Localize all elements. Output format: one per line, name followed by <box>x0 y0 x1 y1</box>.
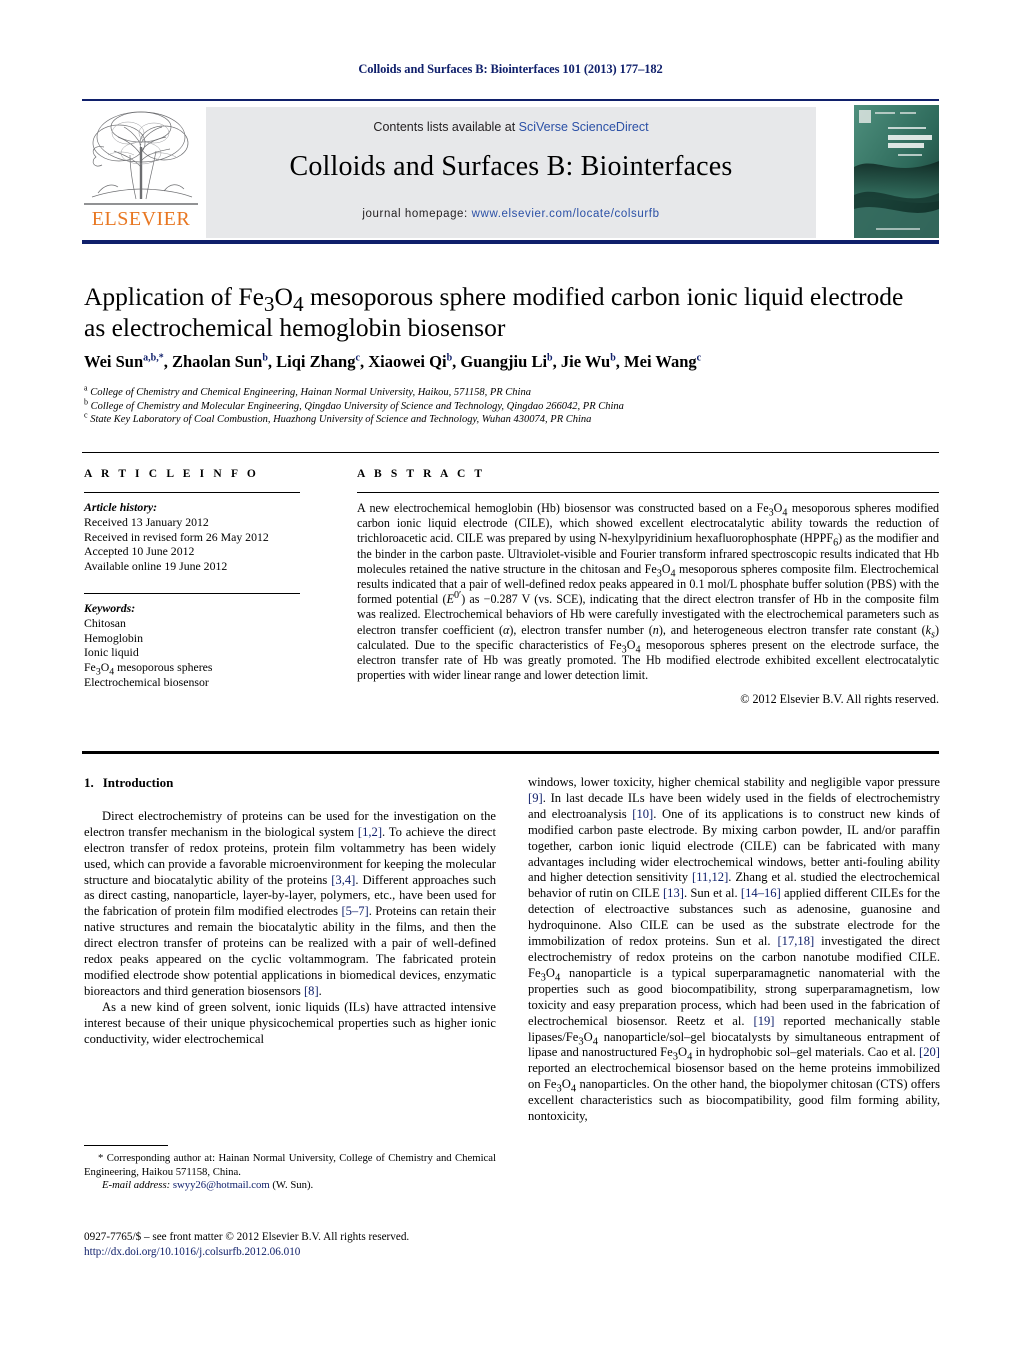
abstract-bottom-rule <box>82 751 939 754</box>
author-name: Mei Wangc <box>624 352 702 371</box>
journal-article-page: Colloids and Surfaces B: Biointerfaces 1… <box>0 0 1021 1351</box>
keyword-item: Chitosan <box>84 615 126 630</box>
article-info-rule <box>84 492 300 493</box>
history-item: Accepted 10 June 2012 <box>84 544 195 559</box>
author-name: Xiaowei Qib <box>368 352 453 371</box>
keyword-item: Hemoglobin <box>84 630 143 645</box>
homepage-label: journal homepage: <box>362 208 472 220</box>
abstract-column: A B S T R A C T A new electrochemical he… <box>357 468 939 707</box>
author-name: Zhaolan Sunb <box>171 352 268 371</box>
keywords-block: Keywords: Chitosan Hemoglobin Ionic liqu… <box>84 601 316 690</box>
doi-link[interactable]: http://dx.doi.org/10.1016/j.colsurfb.201… <box>84 1245 584 1260</box>
citation-ref[interactable]: [17,18] <box>777 934 814 948</box>
page-footer: 0927-7765/$ – see front matter © 2012 El… <box>84 1230 584 1260</box>
contents-available-line: Contents lists available at SciVerse Sci… <box>206 120 816 134</box>
sciencedirect-link[interactable]: SciVerse ScienceDirect <box>519 120 649 134</box>
keywords-label: Keywords: <box>84 600 136 615</box>
email-label: E-mail address: <box>102 1179 171 1192</box>
author-list: Wei Suna,b,*, Zhaolan Sunb, Liqi Zhangc,… <box>84 352 702 371</box>
keywords-rule <box>84 592 300 594</box>
issn-copyright-line: 0927-7765/$ – see front matter © 2012 El… <box>84 1231 410 1243</box>
citation-ref[interactable]: [3,4] <box>331 873 355 887</box>
journal-cover-thumbnail <box>854 105 939 238</box>
abstract-rule <box>357 492 939 493</box>
article-info-heading: A R T I C L E I N F O <box>84 468 259 480</box>
citation-ref[interactable]: [5–7] <box>341 904 368 918</box>
article-history-label: Article history: <box>84 500 158 514</box>
citation-ref[interactable]: [19] <box>754 1014 775 1028</box>
title-line-2: as electrochemical hemoglobin biosensor <box>84 313 506 342</box>
section-title: Introduction <box>102 775 174 790</box>
author-name: Jie Wub <box>560 352 616 371</box>
paragraph: windows, lower toxicity, higher chemical… <box>528 775 940 1124</box>
author-name: Guangjiu Lib <box>460 352 553 371</box>
masthead-bottom-rule <box>82 240 939 244</box>
elsevier-wordmark: ELSEVIER <box>91 208 191 230</box>
citation-ref[interactable]: [1,2] <box>358 825 382 839</box>
article-info-column: A R T I C L E I N F O Article history: R… <box>84 468 316 690</box>
footnote-rule <box>84 1145 168 1146</box>
abstract-copyright: © 2012 Elsevier B.V. All rights reserved… <box>740 692 939 707</box>
email-suffix: (W. Sun). <box>272 1179 314 1192</box>
author-name: Liqi Zhangc <box>276 352 360 371</box>
paragraph: Direct electrochemistry of proteins can … <box>84 808 497 998</box>
section-number: 1. <box>84 775 94 790</box>
body-column-right: windows, lower toxicity, higher chemical… <box>528 775 940 1125</box>
keyword-item: Electrochemical biosensor <box>84 674 209 689</box>
keyword-item: Fe3O4 mesoporous spheres <box>84 660 213 678</box>
abstract-text: A new electrochemical hemoglobin (Hb) bi… <box>357 501 939 683</box>
citation-ref[interactable]: [20] <box>919 1045 940 1059</box>
body-column-left: 1. Introduction Direct electrochemistry o… <box>84 775 496 1048</box>
elsevier-logo: ELSEVIER <box>82 107 200 238</box>
email-link[interactable]: swyy26@hotmail.com <box>173 1179 270 1191</box>
keyword-item: Ionic liquid <box>84 645 139 660</box>
citation-ref[interactable]: [14–16] <box>741 886 781 900</box>
elsevier-tree-icon <box>84 107 198 207</box>
citation-ref[interactable]: [13] <box>663 886 684 900</box>
affiliation-list: a College of Chemistry and Chemical Engi… <box>84 383 940 427</box>
affiliation-item: c State Key Laboratory of Coal Combustio… <box>84 410 592 425</box>
citation-ref[interactable]: [9] <box>528 791 543 805</box>
page-title: Application of Fe3O4 mesoporous sphere m… <box>84 281 940 343</box>
history-item: Received 13 January 2012 <box>84 514 209 529</box>
citation-ref[interactable]: [11,12] <box>692 870 728 884</box>
footnote-email-line: E-mail address: swyy26@hotmail.com (W. S… <box>84 1179 496 1193</box>
section-heading-introduction: 1. Introduction <box>84 775 496 791</box>
footnote-corresponding: * Corresponding author at: Hainan Normal… <box>84 1152 496 1178</box>
history-item: Received in revised form 26 May 2012 <box>84 529 269 544</box>
info-section-top-rule <box>82 452 939 453</box>
citation-ref[interactable]: [10] <box>632 807 653 821</box>
running-head: Colloids and Surfaces B: Biointerfaces 1… <box>358 62 663 76</box>
paragraph: As a new kind of green solvent, ionic li… <box>84 999 496 1046</box>
history-item: Available online 19 June 2012 <box>84 559 228 574</box>
contents-prefix: Contents lists available at <box>373 120 519 134</box>
article-history-block: Article history: Received 13 January 201… <box>84 500 316 574</box>
masthead-band: Contents lists available at SciVerse Sci… <box>206 107 816 238</box>
affiliation-item: b College of Chemistry and Molecular Eng… <box>84 397 624 412</box>
journal-title: Colloids and Surfaces B: Biointerfaces <box>289 151 733 182</box>
abstract-heading: A B S T R A C T <box>357 468 486 480</box>
journal-masthead: ELSEVIER Contents lists available at Sci… <box>82 99 939 238</box>
title-line-1: Application of Fe3O4 mesoporous sphere m… <box>84 282 904 317</box>
author-name: Wei Suna,b,* <box>84 352 164 371</box>
affiliation-item: a College of Chemistry and Chemical Engi… <box>84 383 531 398</box>
corresponding-author-footnote: * Corresponding author at: Hainan Normal… <box>84 1152 496 1193</box>
citation-ref[interactable]: [8] <box>304 984 319 998</box>
journal-homepage-link[interactable]: www.elsevier.com/locate/colsurfb <box>472 208 660 220</box>
journal-homepage-line: journal homepage: www.elsevier.com/locat… <box>206 208 816 220</box>
